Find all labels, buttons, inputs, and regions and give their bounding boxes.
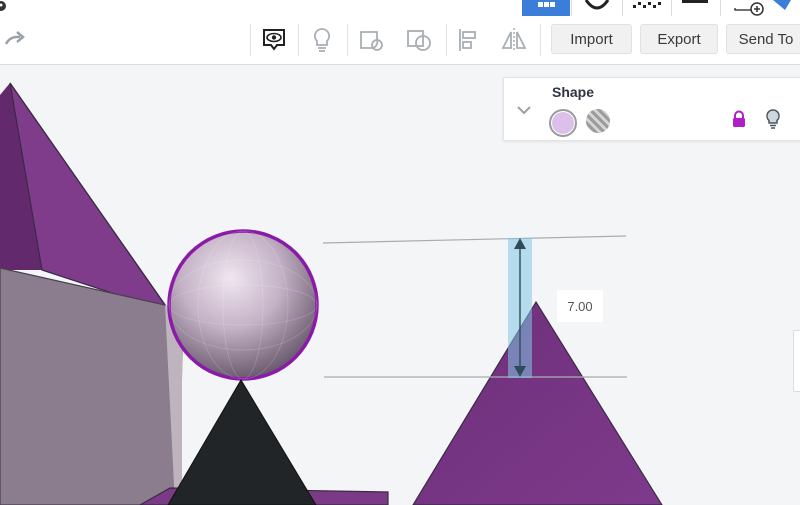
export-button[interactable]: Export	[640, 24, 718, 54]
shape-inspector-panel: Shape	[503, 77, 800, 141]
show-all-button[interactable]	[258, 24, 290, 56]
send-to-button[interactable]: Send To	[726, 24, 800, 54]
toolbar-divider	[446, 24, 447, 56]
grid-view-icon	[538, 2, 555, 7]
mirror-button[interactable]	[498, 24, 530, 56]
pixel-icon	[633, 2, 661, 8]
toolbar-divider	[250, 24, 251, 56]
main-toolbar: Import Export Send To	[0, 16, 800, 65]
codeblocks-tab[interactable]	[571, 0, 622, 16]
shape-logo-icon	[773, 0, 791, 10]
menu-tab[interactable]	[671, 0, 720, 16]
hide-bulb-icon	[314, 28, 330, 52]
chevron-down-icon[interactable]	[514, 100, 534, 120]
lock-icon[interactable]	[730, 110, 748, 128]
add-user-tab[interactable]	[720, 0, 771, 16]
lessons-tab[interactable]	[622, 0, 671, 16]
add-user-icon	[734, 2, 764, 16]
selected-sphere[interactable]	[167, 229, 319, 381]
align-button[interactable]	[452, 24, 484, 56]
view-cube-stub[interactable]	[793, 330, 800, 392]
height-dimension-handle[interactable]	[508, 238, 532, 378]
ungroup-icon	[407, 30, 431, 51]
toolbar-divider	[298, 24, 299, 56]
mirror-icon	[501, 28, 527, 52]
redo-button[interactable]	[0, 24, 32, 56]
group-button[interactable]	[355, 24, 387, 56]
grey-box[interactable]	[0, 267, 183, 505]
grid-view-tab[interactable]	[522, 0, 570, 16]
toolbar-divider	[347, 24, 348, 56]
show-all-icon	[263, 29, 285, 51]
hide-button[interactable]	[306, 24, 338, 56]
group-icon	[360, 31, 383, 51]
hole-swatch[interactable]	[586, 109, 610, 133]
corner-badge-icon: ●	[0, 1, 6, 11]
lightbulb-icon[interactable]	[762, 108, 784, 130]
redo-arrow-icon	[4, 31, 25, 45]
height-dimension-value[interactable]: 7.00	[557, 290, 603, 322]
top-view-strip: ●	[0, 0, 800, 17]
ungroup-button[interactable]	[403, 24, 435, 56]
menu-icon	[682, 0, 708, 3]
align-icon	[459, 29, 476, 51]
panel-title: Shape	[552, 84, 595, 100]
solid-color-swatch[interactable]	[549, 109, 577, 137]
toolbar-divider	[540, 24, 541, 56]
import-button[interactable]: Import	[551, 24, 632, 54]
gear-icon	[584, 0, 610, 10]
